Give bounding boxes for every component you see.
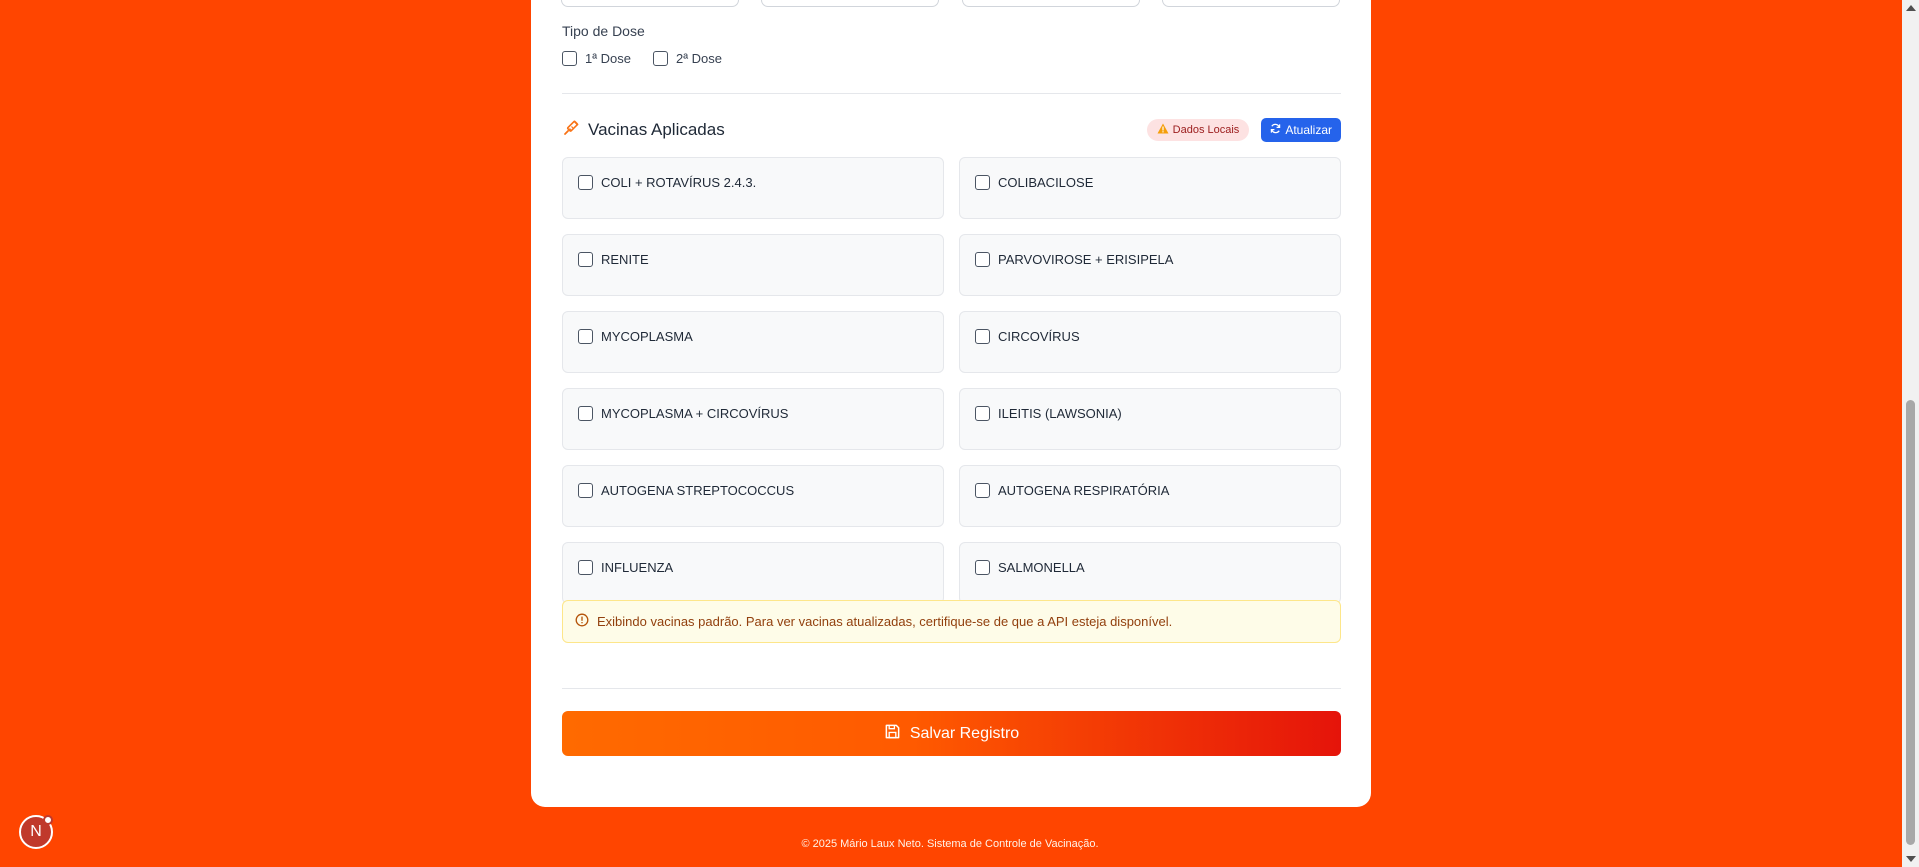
form-input[interactable] [561,0,739,7]
vaccine-checkbox[interactable] [975,252,990,267]
divider [562,688,1341,689]
vaccine-checkbox[interactable] [578,329,593,344]
vaccine-item[interactable]: MYCOPLASMA + CIRCOVÍRUS [562,388,944,450]
vaccine-checkbox[interactable] [975,560,990,575]
vaccine-item[interactable]: COLI + ROTAVÍRUS 2.4.3. [562,157,944,219]
vaccine-item[interactable]: AUTOGENA RESPIRATÓRIA [959,465,1341,527]
vaccine-item[interactable]: RENITE [562,234,944,296]
vaccine-item[interactable]: COLIBACILOSE [959,157,1341,219]
dev-tools-indicator-dot [43,815,53,825]
section-actions: Dados Locais Atualizar [1146,118,1341,142]
vaccine-label: CIRCOVÍRUS [998,329,1080,344]
vaccine-label: ILEITIS (LAWSONIA) [998,406,1122,421]
form-input[interactable] [761,0,939,7]
save-icon [884,723,901,745]
refresh-button[interactable]: Atualizar [1261,118,1341,142]
dose-option-second[interactable]: 2ª Dose [653,51,722,66]
save-label: Salvar Registro [909,724,1020,742]
vaccine-item[interactable]: INFLUENZA [562,542,944,604]
local-data-badge: Dados Locais [1146,119,1250,141]
vaccine-label: MYCOPLASMA + CIRCOVÍRUS [601,406,789,421]
vaccine-label: SALMONELLA [998,560,1085,575]
dose-option-label: 2ª Dose [676,51,723,66]
vaccine-item[interactable]: MYCOPLASMA [562,311,944,373]
notice-text: Exibindo vacinas padrão. Para ver vacina… [597,614,1173,629]
vaccine-checkbox[interactable] [578,560,593,575]
form-input[interactable] [962,0,1140,7]
dose-type-options: 1ª Dose 2ª Dose [562,51,722,66]
vaccine-item[interactable]: AUTOGENA STREPTOCOCCUS [562,465,944,527]
scroll-up-arrow-icon[interactable] [1906,5,1916,11]
vaccine-checkbox[interactable] [975,175,990,190]
section-title: Vacinas Aplicadas [562,119,725,142]
vaccine-label: AUTOGENA STREPTOCOCCUS [601,483,795,498]
dose-checkbox[interactable] [653,51,669,66]
vaccine-label: INFLUENZA [601,560,674,575]
save-record-button[interactable]: Salvar Registro [562,711,1341,756]
divider [562,93,1341,94]
vaccine-label: RENITE [601,252,649,267]
vaccine-label: AUTOGENA RESPIRATÓRIA [998,483,1170,498]
vaccine-checkbox[interactable] [578,175,593,190]
form-input[interactable] [1162,0,1340,7]
dev-badge-letter: N [30,823,42,840]
refresh-label: Atualizar [1285,123,1332,137]
api-notice: Exibindo vacinas padrão. Para ver vacina… [562,600,1341,643]
refresh-icon [1270,123,1281,137]
vaccine-item[interactable]: CIRCOVÍRUS [959,311,1341,373]
vaccine-checkbox[interactable] [975,406,990,421]
vaccine-label: COLIBACILOSE [998,175,1094,190]
info-icon [575,613,589,630]
dose-checkbox[interactable] [562,51,577,66]
vaccine-checkbox[interactable] [975,483,990,498]
vaccine-label: MYCOPLASMA [601,329,693,344]
vaccines-section-header: Vacinas Aplicadas Dados Locais Atualizar [562,118,1341,142]
vaccine-item[interactable]: ILEITIS (LAWSONIA) [959,388,1341,450]
vaccine-item[interactable]: SALMONELLA [959,542,1341,604]
vaccine-label: COLI + ROTAVÍRUS 2.4.3. [601,175,757,190]
syringe-icon [562,119,580,142]
section-title-text: Vacinas Aplicadas [588,120,725,139]
form-fields-row [561,0,1340,7]
vaccine-checkbox[interactable] [578,406,593,421]
badge-label: Dados Locais [1172,124,1240,136]
scrollbar-thumb[interactable] [1906,400,1915,845]
form-card: Tipo de Dose 1ª Dose 2ª Dose Vacinas Apl… [531,0,1371,807]
footer-copyright: © 2025 Mário Laux Neto. Sistema de Contr… [801,838,1099,850]
warning-icon [1157,123,1169,137]
vaccine-checkbox[interactable] [578,483,593,498]
vaccines-grid: COLI + ROTAVÍRUS 2.4.3. COLIBACILOSE REN… [562,157,1341,604]
dose-option-label: 1ª Dose [585,51,632,66]
page-scrollbar[interactable] [1902,0,1919,867]
vaccine-label: PARVOVIROSE + ERISIPELA [998,252,1174,267]
dose-option-first[interactable]: 1ª Dose [562,51,631,66]
vaccine-checkbox[interactable] [975,329,990,344]
vaccine-item[interactable]: PARVOVIROSE + ERISIPELA [959,234,1341,296]
vaccine-checkbox[interactable] [578,252,593,267]
scroll-down-arrow-icon[interactable] [1906,856,1916,862]
dose-type-label: Tipo de Dose [562,23,645,39]
